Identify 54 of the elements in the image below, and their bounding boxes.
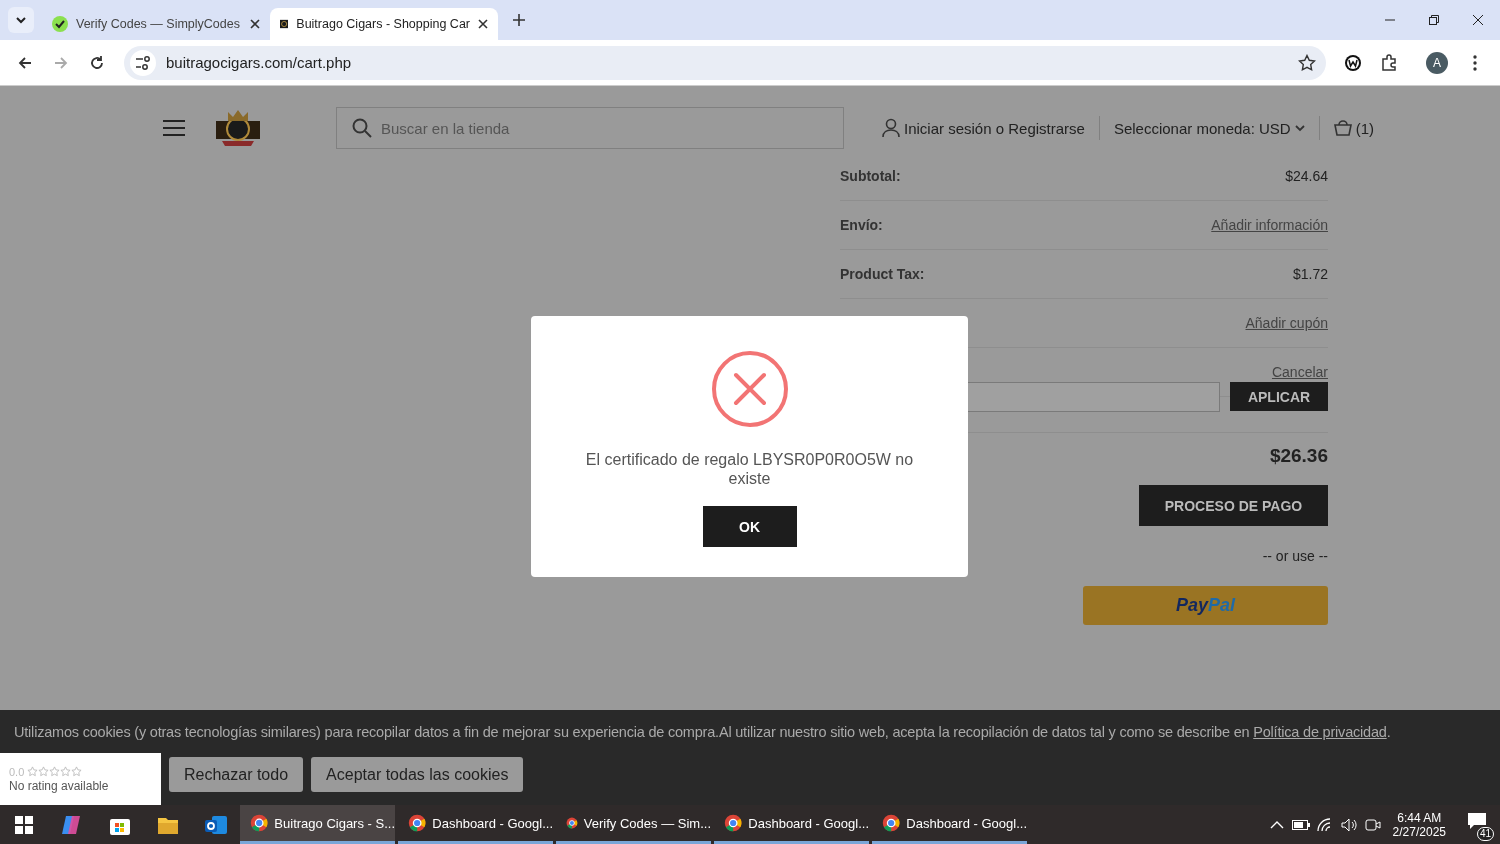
summary-label: Subtotal: — [840, 168, 901, 184]
basket-icon — [1333, 120, 1352, 136]
cart-link[interactable]: (1) — [1333, 119, 1375, 137]
error-message: El certificado de regalo LBYSR0P0R0O5W no existe — [584, 450, 915, 488]
summary-label: Envío: — [840, 217, 883, 233]
summary-label: Product Tax: — [840, 266, 925, 282]
close-icon[interactable] — [478, 19, 488, 29]
cookie-button[interactable]: Aceptar todas las cookies — [311, 757, 524, 792]
summary-link[interactable]: Cancelar — [1271, 364, 1328, 380]
order-total: $26.36 — [1269, 445, 1328, 467]
cookie-button[interactable]: Rechazar todo — [169, 757, 304, 792]
taskbar-app-button[interactable]: Dashboard - Googl... — [714, 805, 869, 844]
profile-avatar[interactable]: A — [1426, 51, 1448, 74]
search-field[interactable]: Buscar en la tienda — [336, 107, 844, 149]
browser-icon — [724, 812, 743, 834]
apply-button[interactable]: APLICAR — [1230, 382, 1328, 411]
taskbar-app-button[interactable]: Dashboard - Googl... — [398, 805, 553, 844]
search-icon — [352, 118, 372, 138]
summary-link[interactable]: Añadir información — [1211, 217, 1328, 233]
tab-list-button[interactable] — [8, 7, 34, 33]
browser-icon — [408, 812, 427, 834]
person-icon — [882, 118, 900, 138]
browser-icon — [250, 812, 269, 834]
summary-value: $1.72 — [1292, 266, 1328, 282]
chevron-down-icon — [1294, 124, 1305, 132]
or-use-text: -- or use -- — [1262, 548, 1328, 564]
taskbar-app-button[interactable]: Buitrago Cigars - S... — [240, 805, 395, 844]
browser-icon — [882, 812, 901, 834]
browser-tab[interactable]: Buitrago Cigars - Shopping Car — [270, 8, 498, 40]
checkout-button[interactable]: PROCESO DE PAGO — [1139, 485, 1328, 526]
privacy-policy-link[interactable]: Política de privacidad — [1253, 724, 1387, 740]
rating-score: 0.0 — [9, 765, 25, 779]
close-icon[interactable] — [250, 19, 260, 29]
menu-icon[interactable] — [163, 119, 185, 137]
error-x-icon — [710, 350, 789, 428]
notifications-button[interactable]: 41 — [1460, 807, 1494, 842]
taskbar-app-button[interactable]: Dashboard - Googl... — [872, 805, 1027, 844]
speech-bubble-icon — [1467, 811, 1487, 830]
rating-caption: No rating available — [9, 778, 110, 793]
currency-selector[interactable]: Seleccionar moneda: USD — [1113, 119, 1305, 137]
taskbar-clock[interactable]: 6:44 AM 2/27/2025 — [1392, 810, 1446, 839]
bookmark-star-icon[interactable] — [1298, 53, 1316, 72]
new-tab-icon[interactable] — [512, 13, 526, 27]
summary-link[interactable]: Añadir cupón — [1245, 315, 1328, 331]
cookie-notice-text: Utilizamos cookies (y otras tecnologías similares) para recopilar datos a fin de mejorar su experiencia de compra.Al utilizar nuestro sitio web, acepta la recopilación de datos tal y como se describe en Política de privacidad. — [13, 723, 1392, 740]
summary-value: $24.64 — [1285, 168, 1328, 184]
ok-button[interactable]: OK — [702, 506, 797, 547]
check-icon — [52, 16, 68, 32]
site-settings-icon[interactable] — [130, 49, 156, 76]
browser-tab[interactable]: Verify Codes — SimplyCodes — [42, 8, 270, 40]
sign-in-link[interactable]: Iniciar sesión o Registrarse — [882, 118, 1085, 138]
chevron-down-icon — [15, 14, 27, 26]
address-bar[interactable]: buitragocigars.com/cart.php — [124, 45, 1326, 80]
taskbar-app-button[interactable]: Verify Codes — Sim... — [556, 805, 711, 844]
